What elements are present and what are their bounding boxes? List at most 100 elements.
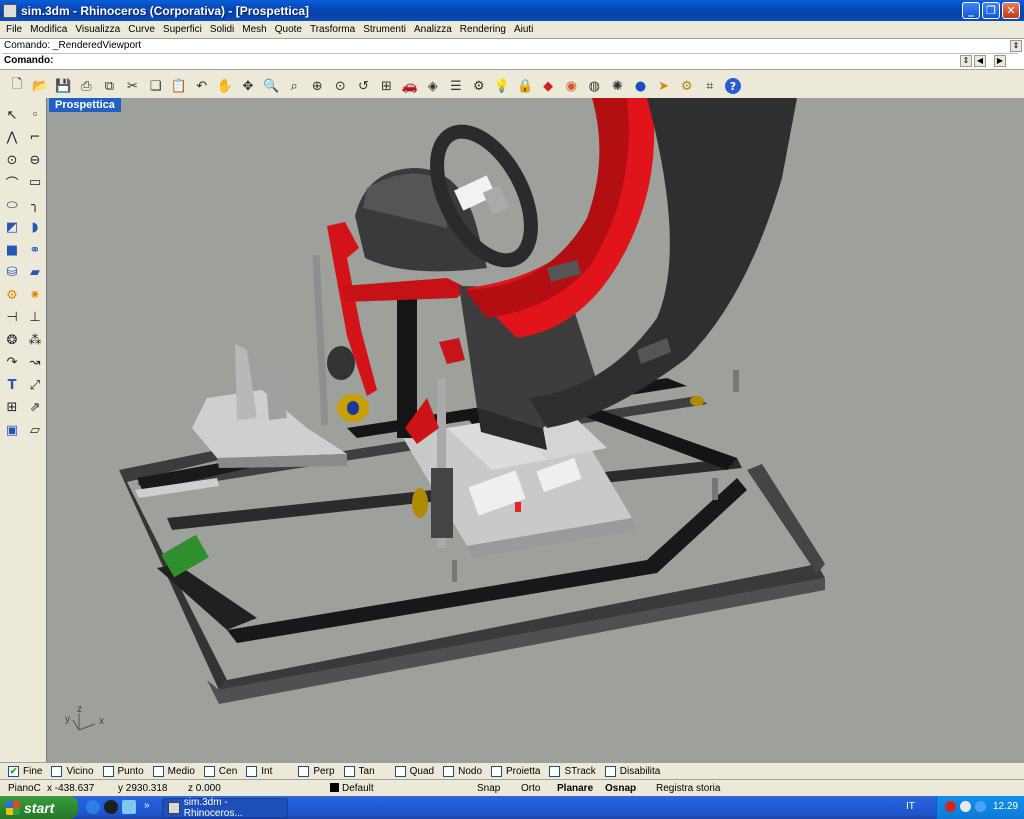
osnap-proietta[interactable]: Proietta bbox=[491, 765, 540, 777]
close-button[interactable]: ✕ bbox=[1002, 2, 1020, 19]
cylinder-button[interactable]: ⛁ bbox=[1, 262, 23, 285]
color-wheel-button[interactable]: ◉ bbox=[560, 75, 582, 97]
group-button[interactable]: ⁂ bbox=[24, 329, 46, 352]
render-button[interactable]: ● bbox=[630, 75, 652, 97]
text-button[interactable]: T bbox=[1, 374, 23, 397]
settings-button[interactable]: ⚙ bbox=[676, 75, 698, 97]
osnap-medio[interactable]: Medio bbox=[152, 765, 195, 777]
circle-button[interactable]: ⊙ bbox=[1, 149, 23, 172]
polyline-button[interactable]: ⋀ bbox=[1, 127, 23, 150]
transform-button[interactable]: ⊣ bbox=[1, 307, 23, 330]
language-indicator[interactable]: IT bbox=[906, 801, 915, 812]
save-button[interactable]: 💾 bbox=[52, 75, 74, 97]
box-button[interactable]: ■ bbox=[1, 239, 23, 262]
curve-from-object-button[interactable]: ↷ bbox=[1, 352, 23, 375]
gears-button[interactable]: ⚙ bbox=[1, 284, 23, 307]
osnap-perp[interactable]: Perp bbox=[298, 765, 335, 777]
osnap-cen[interactable]: Cen bbox=[203, 765, 237, 777]
light-button[interactable]: 💡 bbox=[491, 75, 513, 97]
osnap-nodo[interactable]: Nodo bbox=[443, 765, 482, 777]
open-button[interactable]: 📂 bbox=[29, 75, 51, 97]
command-spin-button[interactable]: ⇕ bbox=[960, 55, 972, 67]
layers-button[interactable]: ☰ bbox=[445, 75, 467, 97]
cplane-label[interactable]: PianoC bbox=[8, 783, 41, 794]
print-button[interactable]: ⎙ bbox=[75, 75, 97, 97]
rhino-app-icon[interactable] bbox=[3, 3, 17, 18]
menu-solidi[interactable]: Solidi bbox=[206, 24, 238, 35]
menu-analizza[interactable]: Analizza bbox=[410, 24, 456, 35]
perspective-viewport[interactable]: Prospettica x z y bbox=[46, 98, 1024, 762]
menu-quote[interactable]: Quote bbox=[271, 24, 306, 35]
internet-explorer-icon[interactable] bbox=[86, 800, 100, 814]
checkbox[interactable] bbox=[343, 765, 355, 777]
checkbox[interactable]: ✔ bbox=[8, 765, 19, 777]
render-settings-button[interactable]: ✺ bbox=[606, 75, 628, 97]
zoom-selected-button[interactable]: ⊙ bbox=[329, 75, 351, 97]
point-button[interactable]: ◦ bbox=[24, 104, 46, 127]
menu-visualizza[interactable]: Visualizza bbox=[71, 24, 124, 35]
pan-button[interactable]: ✋ bbox=[214, 75, 236, 97]
zoom-button[interactable]: 🔍 bbox=[260, 75, 282, 97]
new-file-button[interactable]: 🗋 bbox=[6, 75, 28, 97]
menu-file[interactable]: File bbox=[2, 24, 26, 35]
mesh-tool-button[interactable]: ▱ bbox=[24, 419, 46, 442]
copy-button[interactable]: ❏ bbox=[145, 75, 167, 97]
rotate-view-button[interactable]: ✥ bbox=[237, 75, 259, 97]
command-prev-button[interactable]: ◀ bbox=[974, 55, 986, 67]
boolean-button[interactable]: ❂ bbox=[1, 329, 23, 352]
ortho-toggle[interactable]: Orto bbox=[521, 783, 540, 794]
checkbox[interactable] bbox=[491, 765, 503, 777]
mesh-cube-button[interactable]: ▣ bbox=[1, 419, 23, 442]
dimension-button[interactable]: ⇗ bbox=[24, 397, 46, 420]
volume-icon[interactable] bbox=[975, 801, 986, 812]
menu-curve[interactable]: Curve bbox=[124, 24, 159, 35]
checkbox[interactable] bbox=[604, 765, 616, 777]
viewport-label[interactable]: Prospettica bbox=[49, 98, 121, 112]
osnap-punto[interactable]: Punto bbox=[102, 765, 144, 777]
menu-trasforma[interactable]: Trasforma bbox=[306, 24, 359, 35]
osnap-fine[interactable]: ✔ Fine bbox=[8, 765, 42, 777]
checkbox[interactable] bbox=[102, 765, 114, 777]
checkbox[interactable] bbox=[549, 765, 561, 777]
show-desktop-icon[interactable] bbox=[122, 800, 136, 814]
checkbox[interactable] bbox=[51, 765, 63, 777]
osnap-strack[interactable]: STrack bbox=[549, 765, 596, 777]
menu-modifica[interactable]: Modifica bbox=[26, 24, 71, 35]
paste-button[interactable]: 📋 bbox=[168, 75, 190, 97]
checkbox[interactable] bbox=[246, 765, 258, 777]
snap-toggle[interactable]: Snap bbox=[477, 783, 500, 794]
rectangle-button[interactable]: ▭ bbox=[24, 172, 46, 195]
osnap-tan[interactable]: Tan bbox=[343, 765, 375, 777]
taskbar-item-rhino[interactable]: sim.3dm - Rhinoceros... bbox=[162, 797, 288, 819]
ellipse-button[interactable]: ⬭ bbox=[1, 194, 23, 217]
osnap-quad[interactable]: Quad bbox=[394, 765, 434, 777]
menu-superfici[interactable]: Superfici bbox=[159, 24, 206, 35]
record-history-toggle[interactable]: Registra storia bbox=[656, 783, 720, 794]
help-button[interactable]: ? bbox=[722, 75, 744, 97]
export-button[interactable]: ⧉ bbox=[98, 75, 120, 97]
quick-launch-more-icon[interactable]: » bbox=[144, 800, 158, 814]
menu-rendering[interactable]: Rendering bbox=[456, 24, 510, 35]
layer-selector[interactable]: Default bbox=[330, 783, 374, 794]
shade-button[interactable]: ◆ bbox=[537, 75, 559, 97]
command-next-button[interactable]: ▶ bbox=[994, 55, 1006, 67]
checkbox[interactable] bbox=[152, 765, 164, 777]
clock[interactable]: 12.29 bbox=[993, 801, 1018, 812]
plane-surface-button[interactable]: ▰ bbox=[24, 262, 46, 285]
zoom-window-button[interactable]: ⌕ bbox=[283, 75, 305, 97]
offset-button[interactable]: ↝ bbox=[24, 352, 46, 375]
checkbox[interactable] bbox=[443, 765, 455, 777]
explode-button[interactable]: ✷ bbox=[24, 284, 46, 307]
minimize-button[interactable]: _ bbox=[962, 2, 980, 19]
checkbox[interactable] bbox=[203, 765, 215, 777]
curve-edit-button[interactable]: ⌐ bbox=[24, 127, 46, 150]
extrude-button[interactable]: ◗ bbox=[24, 217, 46, 240]
car-button[interactable]: 🚗 bbox=[399, 75, 421, 97]
osnap-toggle[interactable]: Osnap bbox=[605, 783, 636, 794]
checkbox[interactable] bbox=[298, 765, 310, 777]
surface-edit-button[interactable]: ◩ bbox=[1, 217, 23, 240]
render-preview-button[interactable]: ◈ bbox=[422, 75, 444, 97]
media-player-icon[interactable] bbox=[104, 800, 118, 814]
split-button[interactable]: ⊥ bbox=[24, 307, 46, 330]
osnap-int[interactable]: Int bbox=[246, 765, 272, 777]
